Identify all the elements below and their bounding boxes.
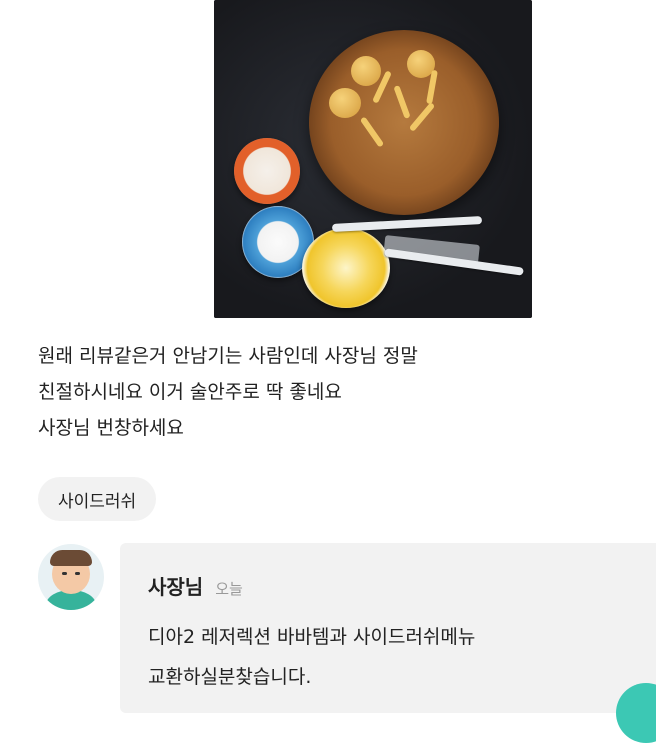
owner-name: 사장님 bbox=[148, 575, 204, 599]
sauce-cup-yellow bbox=[302, 228, 390, 308]
review-line: 원래 리뷰같은거 안남기는 사람인데 사장님 정말 bbox=[38, 345, 418, 367]
reply-line: 교환하실분찾습니다. bbox=[148, 666, 312, 688]
owner-reply-bubble: 사장님 오늘 디아2 레저렉션 바바템과 사이드러쉬메뉴 교환하실분찾습니다. bbox=[120, 543, 656, 743]
reply-timestamp: 오늘 bbox=[215, 580, 243, 598]
owner-avatar bbox=[38, 544, 104, 610]
owner-reply-header: 사장님 오늘 bbox=[148, 571, 243, 600]
review-text: 원래 리뷰같은거 안남기는 사람인데 사장님 정말 친절하시네요 이거 술안주로… bbox=[38, 338, 638, 446]
review-line: 친절하시네요 이거 술안주로 딱 좋네요 bbox=[38, 381, 342, 403]
food-bowl bbox=[309, 30, 499, 215]
floating-action-button[interactable] bbox=[616, 683, 656, 743]
sauce-cup-red bbox=[234, 138, 300, 204]
menu-tag-label: 사이드러쉬 bbox=[58, 491, 137, 512]
menu-tag[interactable]: 사이드러쉬 bbox=[38, 477, 157, 521]
review-photo[interactable] bbox=[214, 0, 532, 318]
owner-reply-text: 디아2 레저렉션 바바템과 사이드러쉬메뉴 교환하실분찾습니다. bbox=[148, 617, 475, 697]
reply-line: 디아2 레저렉션 바바템과 사이드러쉬메뉴 bbox=[148, 626, 476, 648]
review-line: 사장님 번창하세요 bbox=[38, 417, 184, 439]
